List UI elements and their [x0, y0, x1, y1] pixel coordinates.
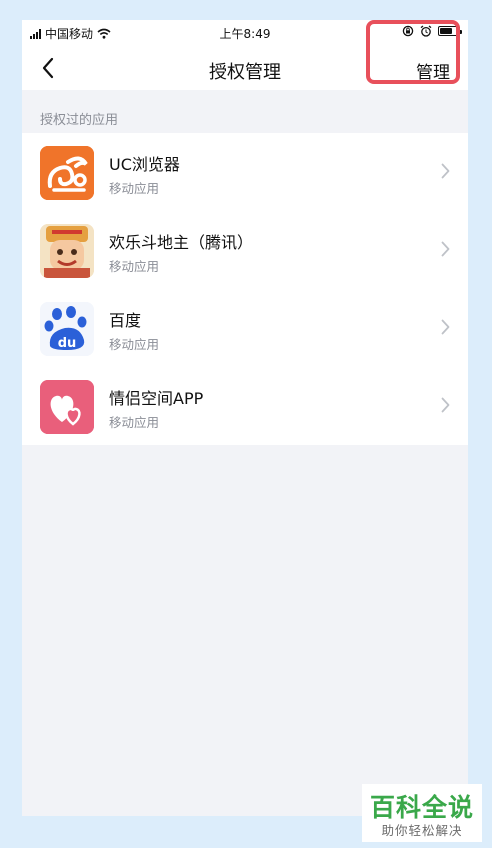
- list-item-uc-browser[interactable]: UC浏览器 移动应用: [22, 133, 468, 211]
- uc-browser-icon: [40, 146, 94, 200]
- heart-icon: [40, 380, 94, 434]
- status-right: [402, 25, 462, 37]
- battery-icon: [438, 26, 462, 36]
- chevron-right-icon: [441, 319, 450, 335]
- nav-bar: 授权管理 管理: [22, 46, 468, 90]
- app-name: UC浏览器: [109, 155, 180, 174]
- watermark-title: 百科全说: [369, 793, 474, 822]
- list-item-baidu[interactable]: du 百度 移动应用: [22, 289, 468, 367]
- app-name: 情侣空间APP: [109, 389, 204, 408]
- manage-button[interactable]: 管理: [416, 58, 450, 83]
- section-header: 授权过的应用: [40, 113, 119, 128]
- chevron-right-icon: [441, 397, 450, 413]
- authorized-app-list: UC浏览器 移动应用 欢乐斗地主（腾讯） 移动应用 du 百度 移动应用 情侣空…: [22, 133, 468, 445]
- app-type: 移动应用: [109, 181, 160, 196]
- list-item-doudizhu[interactable]: 欢乐斗地主（腾讯） 移动应用: [22, 211, 468, 289]
- phone-screen: 中国移动 上午8:49 授权管理 管理 授权过的应用 UC浏览器 移动应用 欢乐…: [22, 20, 468, 816]
- list-item-couple-space[interactable]: 情侣空间APP 移动应用: [22, 367, 468, 445]
- baidu-icon: du: [40, 302, 94, 356]
- app-name: 欢乐斗地主（腾讯）: [109, 233, 254, 252]
- app-type: 移动应用: [109, 337, 160, 352]
- page-title: 授权管理: [209, 62, 281, 83]
- watermark: 百科全说 助你轻松解决: [362, 784, 482, 842]
- app-name: 百度: [109, 311, 142, 330]
- doudizhu-icon: [40, 224, 94, 278]
- chevron-right-icon: [441, 163, 450, 179]
- alarm-icon: [420, 25, 432, 37]
- watermark-subtitle: 助你轻松解决: [381, 823, 463, 838]
- battery-fill: [440, 28, 452, 34]
- status-bar: 中国移动 上午8:49: [22, 20, 468, 46]
- app-type: 移动应用: [109, 259, 160, 274]
- svg-text:du: du: [58, 336, 77, 351]
- chevron-right-icon: [441, 241, 450, 257]
- rotation-lock-icon: [402, 25, 414, 37]
- app-type: 移动应用: [109, 415, 160, 430]
